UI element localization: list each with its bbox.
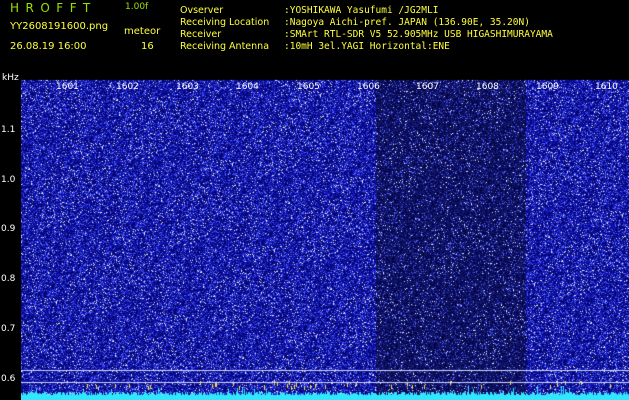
y-tick-0.7: 0.7 xyxy=(1,324,16,334)
info-label-antenna: Receiving Antenna xyxy=(180,41,270,52)
app-logo: HROFFT xyxy=(10,1,97,15)
x-tick-1609: 1609 xyxy=(536,82,559,92)
x-tick-1603: 1603 xyxy=(176,82,199,92)
info-label-observer: Ovserver xyxy=(180,5,224,16)
y-tick-0.9: 0.9 xyxy=(1,224,16,234)
x-tick-1606: 1606 xyxy=(357,82,380,92)
info-header: HROFFT 1.00f YY2608191600.png meteor 26.… xyxy=(0,0,629,76)
y-axis-label: kHz xyxy=(2,73,19,83)
y-tick-0.8: 0.8 xyxy=(1,274,16,284)
meteor-count: 16 xyxy=(141,41,154,52)
spectrogram-plot xyxy=(21,78,629,400)
info-label-location: Receiving Location xyxy=(180,17,270,28)
x-tick-1605: 1605 xyxy=(297,82,320,92)
x-tick-1604: 1604 xyxy=(236,82,259,92)
mode-label: meteor xyxy=(124,26,161,37)
info-value-location: :Nagoya Aichi-pref. JAPAN (136.90E, 35.2… xyxy=(284,17,530,28)
y-tick-1.1: 1.1 xyxy=(1,125,16,135)
info-label-receiver: Receiver xyxy=(180,29,222,40)
file-name: YY2608191600.png xyxy=(10,21,109,32)
capture-datetime: 26.08.19 16:00 xyxy=(10,41,87,52)
info-value-observer: :YOSHIKAWA Yasufumi /JG2MLI xyxy=(284,5,439,16)
app-version: 1.00f xyxy=(125,2,149,12)
y-tick-1.0: 1.0 xyxy=(1,175,16,185)
info-value-receiver: :SMArt RTL-SDR V5 52.905MHz USB HIGASHIM… xyxy=(284,29,553,40)
y-tick-0.6: 0.6 xyxy=(1,374,16,384)
x-tick-1602: 1602 xyxy=(116,82,139,92)
x-tick-1608: 1608 xyxy=(476,82,499,92)
x-tick-1610: 1610 xyxy=(595,82,618,92)
info-value-antenna: :10mH 3el.YAGI Horizontal:ENE xyxy=(284,41,450,52)
x-tick-1607: 1607 xyxy=(416,82,439,92)
x-tick-1601: 1601 xyxy=(56,82,79,92)
